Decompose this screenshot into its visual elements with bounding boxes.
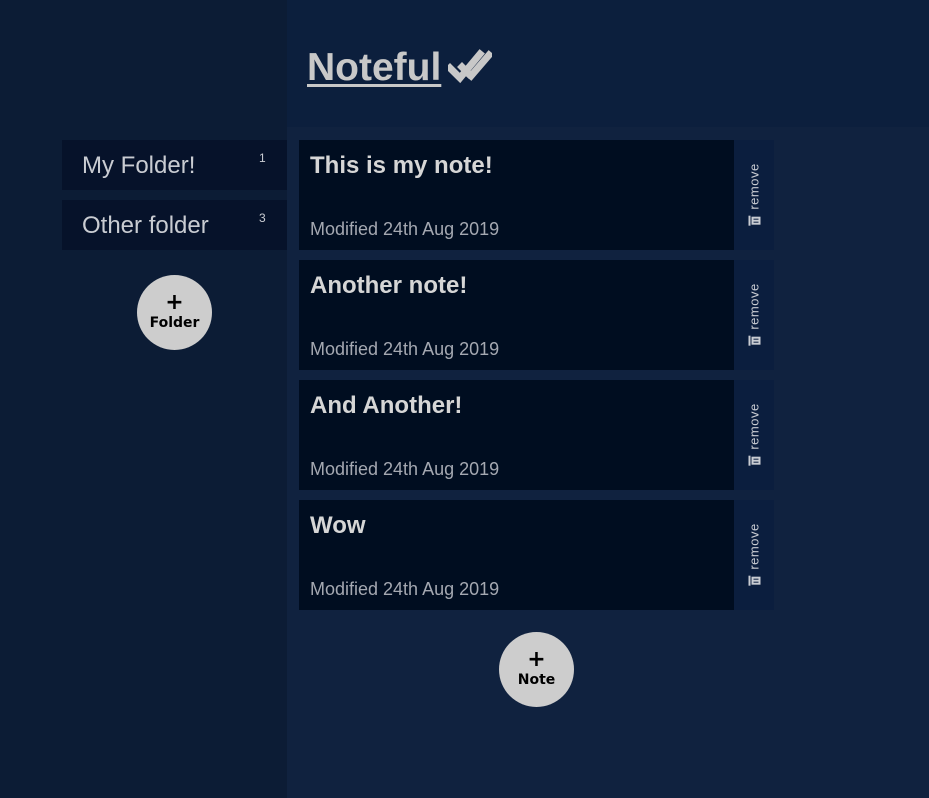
remove-button-content: remove [747,523,762,586]
plus-icon: + [527,647,546,672]
folder-name: Other folder [82,212,209,239]
note-card: Another note! Modified 24th Aug 2019 rem… [299,260,774,370]
trash-icon [748,215,760,226]
note-body: And Another! Modified 24th Aug 2019 [299,380,734,490]
note-body: Wow Modified 24th Aug 2019 [299,500,734,610]
folder-note-count: 1 [259,151,266,165]
note-card: This is my note! Modified 24th Aug 2019 … [299,140,774,250]
remove-button-content: remove [747,403,762,466]
note-title-link[interactable]: Wow [310,512,366,540]
add-folder-label: Folder [149,315,200,331]
note-body: Another note! Modified 24th Aug 2019 [299,260,734,370]
remove-button-content: remove [747,163,762,226]
trash-icon [748,575,760,586]
sidebar-folder-other-folder[interactable]: Other folder 3 [62,200,287,250]
plus-icon: + [165,290,184,315]
note-card: And Another! Modified 24th Aug 2019 remo… [299,380,774,490]
note-modified-date: Modified 24th Aug 2019 [310,579,500,599]
note-title-link[interactable]: This is my note! [310,152,493,180]
double-check-icon [448,49,492,84]
note-modified-date: Modified 24th Aug 2019 [310,339,500,359]
note-card: Wow Modified 24th Aug 2019 remove [299,500,774,610]
add-folder-button[interactable]: + Folder [137,275,212,350]
note-title-link[interactable]: Another note! [310,272,467,300]
remove-label: remove [746,163,762,210]
folder-note-count: 3 [259,211,266,225]
header: Noteful [287,0,929,127]
remove-note-button[interactable]: remove [734,140,774,250]
remove-note-button[interactable]: remove [734,500,774,610]
folder-name: My Folder! [82,152,196,179]
remove-label: remove [746,403,762,450]
sidebar: My Folder! 1 Other folder 3 + Folder [0,0,287,798]
remove-button-content: remove [747,283,762,346]
remove-label: remove [746,523,762,570]
add-note-button[interactable]: + Note [499,632,574,707]
app: My Folder! 1 Other folder 3 + Folder Not… [0,0,929,798]
note-modified-date: Modified 24th Aug 2019 [310,219,500,239]
trash-icon [748,335,760,346]
remove-note-button[interactable]: remove [734,260,774,370]
app-title-link[interactable]: Noteful [307,46,441,90]
trash-icon [748,455,760,466]
sidebar-folder-my-folder[interactable]: My Folder! 1 [62,140,287,190]
remove-label: remove [746,283,762,330]
remove-note-button[interactable]: remove [734,380,774,490]
note-body: This is my note! Modified 24th Aug 2019 [299,140,734,250]
note-title-link[interactable]: And Another! [310,392,462,420]
note-modified-date: Modified 24th Aug 2019 [310,459,500,479]
add-note-label: Note [517,672,556,688]
